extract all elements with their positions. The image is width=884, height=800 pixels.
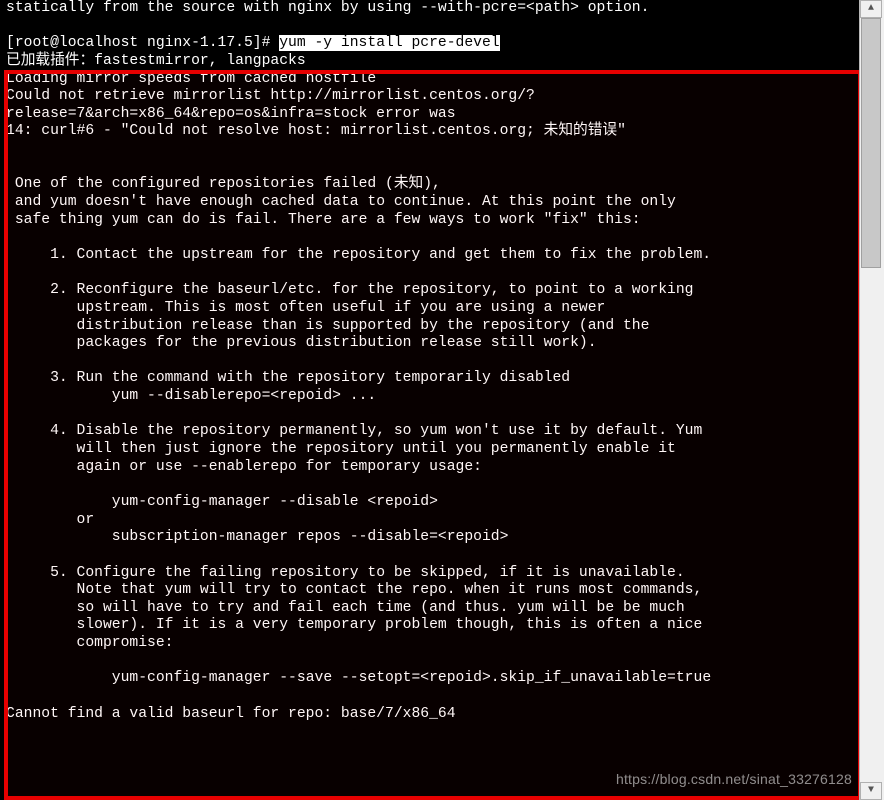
- fix-opt5-a: 5. Configure the failing repository to b…: [6, 565, 685, 581]
- fix-opt4-c: again or use --enablerepo for temporary …: [6, 459, 482, 475]
- fix-opt3-a: 3. Run the command with the repository t…: [6, 370, 570, 386]
- err-mirrorlist: Could not retrieve mirrorlist http://mir…: [6, 88, 535, 122]
- msg-fix-intro: safe thing yum can do is fail. There are…: [6, 212, 641, 228]
- fix-opt1: 1. Contact the upstream for the reposito…: [6, 247, 711, 263]
- terminal-viewport: statically from the source with nginx by…: [0, 0, 884, 800]
- scroll-down-button[interactable]: ▼: [860, 782, 882, 800]
- vertical-scrollbar[interactable]: ▲ ▼: [859, 0, 884, 800]
- msg-repo-failed: One of the configured repositories faile…: [6, 176, 441, 192]
- scrollbar-track[interactable]: [860, 18, 884, 782]
- fix-opt2-d: packages for the previous distribution r…: [6, 335, 597, 351]
- chevron-down-icon: ▼: [868, 785, 874, 797]
- scroll-up-button[interactable]: ▲: [860, 0, 882, 18]
- fix-opt5-b: Note that yum will try to contact the re…: [6, 582, 702, 598]
- fix-opt5-f: yum-config-manager --save --setopt=<repo…: [6, 670, 711, 686]
- terminal-content[interactable]: statically from the source with nginx by…: [0, 0, 858, 800]
- plugins-line: 已加载插件：fastestmirror, langpacks: [6, 53, 306, 69]
- fix-opt5-e: compromise:: [6, 635, 173, 651]
- fix-opt4-f: subscription-manager repos --disable=<re…: [6, 529, 508, 545]
- terminal-output: statically from the source with nginx by…: [6, 0, 858, 723]
- fix-opt3-b: yum --disablerepo=<repoid> ...: [6, 388, 376, 404]
- fix-opt5-c: so will have to try and fail each time (…: [6, 600, 685, 616]
- fix-opt4-e: or: [6, 512, 94, 528]
- fix-opt5-d: slower). If it is a very temporary probl…: [6, 617, 702, 633]
- fix-opt2-a: 2. Reconfigure the baseurl/etc. for the …: [6, 282, 694, 298]
- shell-prompt: [root@localhost nginx-1.17.5]#: [6, 35, 279, 51]
- err-final-baseurl: Cannot find a valid baseurl for repo: ba…: [6, 706, 456, 722]
- entered-command: yum -y install pcre-devel: [279, 35, 499, 51]
- msg-no-cache: and yum doesn't have enough cached data …: [6, 194, 676, 210]
- fix-opt4-b: will then just ignore the repository unt…: [6, 441, 676, 457]
- fix-opt2-c: distribution release than is supported b…: [6, 318, 649, 334]
- fix-opt4-a: 4. Disable the repository permanently, s…: [6, 423, 702, 439]
- nginx-tail-line: statically from the source with nginx by…: [6, 0, 649, 16]
- fix-opt4-d: yum-config-manager --disable <repoid>: [6, 494, 438, 510]
- err-curl: 14: curl#6 - "Could not resolve host: mi…: [6, 123, 626, 139]
- chevron-up-icon: ▲: [868, 3, 874, 15]
- err-load-mirror: Loading mirror speeds from cached hostfi…: [6, 71, 376, 87]
- fix-opt2-b: upstream. This is most often useful if y…: [6, 300, 605, 316]
- scrollbar-thumb[interactable]: [861, 18, 881, 268]
